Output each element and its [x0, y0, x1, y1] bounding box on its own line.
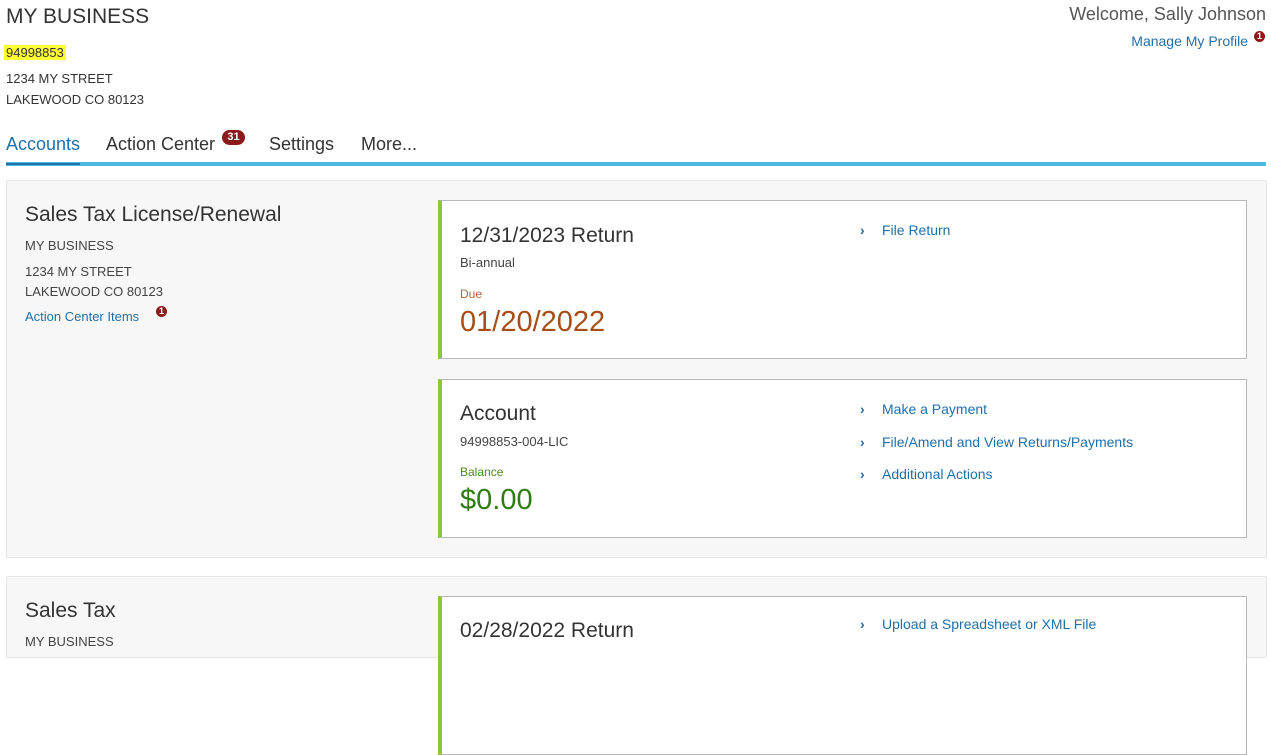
return-card: 12/31/2023 Return Bi-annual Due 01/20/20…: [438, 200, 1247, 359]
chevron-right-icon: ›: [860, 616, 865, 632]
tab-settings[interactable]: Settings: [269, 134, 334, 155]
chevron-right-icon: ›: [860, 434, 865, 450]
action-center-count-badge: 31: [222, 130, 245, 145]
panel-address-line2: LAKEWOOD CO 80123: [25, 284, 163, 299]
return-frequency: Bi-annual: [460, 255, 515, 270]
profile-notification-badge: 1: [1254, 31, 1265, 42]
return-title: 12/31/2023 Return: [460, 224, 634, 247]
balance-amount: $0.00: [460, 484, 533, 516]
upload-spreadsheet-link[interactable]: › Upload a Spreadsheet or XML File: [860, 616, 1096, 632]
account-number: 94998853-004-LIC: [460, 434, 569, 449]
due-date: 01/20/2022: [460, 306, 606, 338]
additional-actions-link[interactable]: › Additional Actions: [860, 466, 993, 482]
account-card: Account 94998853-004-LIC Balance $0.00 ›…: [438, 379, 1247, 538]
panel-business-name: MY BUSINESS: [25, 634, 114, 649]
file-return-link[interactable]: › File Return: [860, 222, 950, 238]
make-payment-link[interactable]: › Make a Payment: [860, 401, 987, 417]
tab-accounts[interactable]: Accounts: [6, 134, 81, 165]
welcome-message: Welcome, Sally Johnson: [1069, 4, 1266, 24]
account-title: Account: [460, 402, 536, 425]
panel-address-line1: 1234 MY STREET: [25, 264, 132, 279]
account-panel-sales-tax-license: Sales Tax License/Renewal MY BUSINESS 12…: [6, 180, 1267, 558]
file-amend-view-returns-link[interactable]: › File/Amend and View Returns/Payments: [860, 434, 1133, 450]
chevron-right-icon: ›: [860, 401, 865, 417]
action-center-items-badge: 1: [156, 306, 167, 317]
tab-action-center[interactable]: Action Center: [106, 134, 215, 155]
chevron-right-icon: ›: [860, 222, 865, 238]
balance-label: Balance: [460, 465, 504, 479]
business-address-line1: 1234 MY STREET: [6, 71, 113, 86]
panel-title: Sales Tax: [25, 599, 116, 622]
business-name: MY BUSINESS: [6, 5, 150, 28]
return-title: 02/28/2022 Return: [460, 619, 634, 642]
tab-more[interactable]: More...: [361, 134, 417, 155]
main-tabs: Accounts Action Center Settings More...: [6, 132, 1266, 166]
business-id: 94998853: [4, 45, 66, 60]
panel-title: Sales Tax License/Renewal: [25, 203, 282, 226]
business-address-line2: LAKEWOOD CO 80123: [6, 92, 144, 107]
panel-business-name: MY BUSINESS: [25, 238, 114, 253]
action-center-items-link[interactable]: Action Center Items: [25, 309, 139, 324]
manage-profile-link[interactable]: Manage My Profile: [1131, 33, 1248, 49]
due-label: Due: [460, 287, 483, 301]
chevron-right-icon: ›: [860, 466, 865, 482]
return-card: 02/28/2022 Return › Upload a Spreadsheet …: [438, 596, 1247, 755]
